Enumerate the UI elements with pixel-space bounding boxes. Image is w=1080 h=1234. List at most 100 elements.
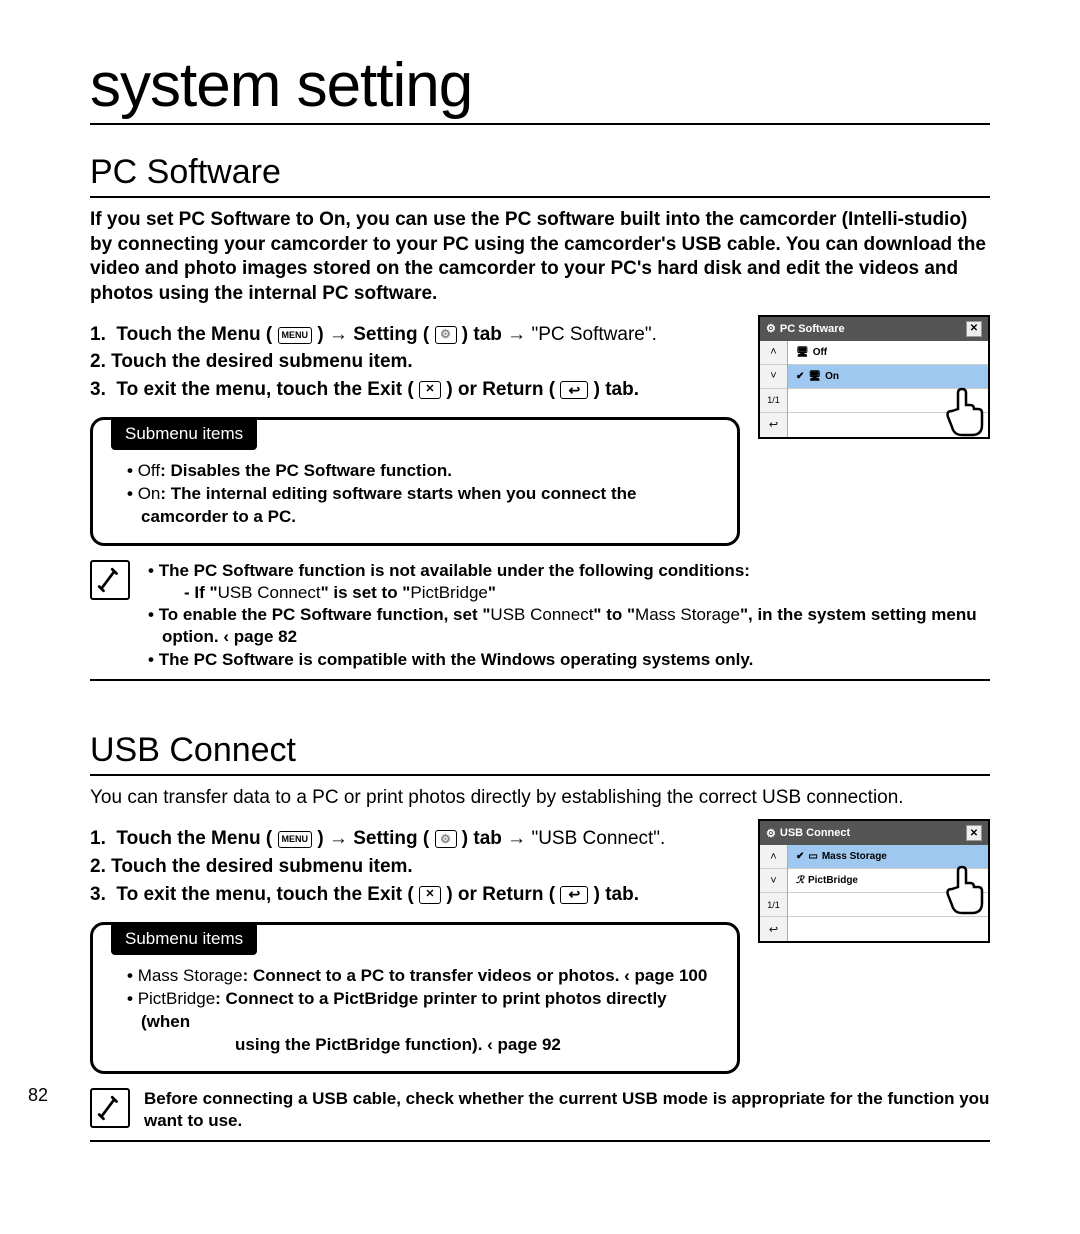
- usb-connect-intro: You can transfer data to a PC or print p…: [90, 786, 990, 810]
- text: PictBridge: [410, 583, 487, 602]
- text: On: [138, 484, 161, 503]
- text: " to ": [593, 605, 635, 624]
- text: ) tab.: [594, 884, 639, 905]
- menu-icon: MENU: [278, 831, 313, 848]
- step-1: 1. Touch the Menu ( MENU ) → Setting ( )…: [90, 825, 740, 853]
- submenu-item-pictbridge: PictBridge: Connect to a PictBridge prin…: [111, 988, 719, 1057]
- screen-pager: ˄ ˅ 1/1 ↩: [760, 845, 788, 941]
- step-3: 3. To exit the menu, touch the Exit ( ) …: [90, 376, 740, 404]
- text: Touch the desired submenu item.: [111, 351, 413, 372]
- pc-software-steps: 1. Touch the Menu ( MENU ) → Setting ( )…: [90, 321, 740, 404]
- note-pc-software: The PC Software function is not availabl…: [90, 560, 990, 680]
- return-icon[interactable]: ↩: [760, 917, 787, 941]
- note-usb-connect: Before connecting a USB cable, check whe…: [90, 1088, 990, 1142]
- note-icon: [90, 560, 130, 600]
- note-subline: If "USB Connect" is set to "PictBridge": [162, 582, 990, 604]
- text: : Connect to a PC to transfer videos or …: [243, 966, 708, 985]
- text: : Connect to a PictBridge printer to pri…: [141, 989, 667, 1031]
- text: "PC Software".: [531, 324, 656, 345]
- down-arrow-icon[interactable]: ˅: [760, 365, 787, 389]
- screen-illustration-pc-software: ⚙ PC Software ✕ ˄ ˅ 1/1 ↩ 🖥 Off ✔ 🖥 On: [758, 315, 990, 439]
- return-icon: [560, 886, 588, 904]
- disk-icon: ▭: [808, 851, 817, 862]
- text: Touch the Menu (: [116, 324, 272, 345]
- text: ) tab →: [462, 324, 532, 345]
- screen-title: USB Connect: [780, 827, 850, 839]
- screen-illustration-usb-connect: ⚙ USB Connect ✕ ˄ ˅ 1/1 ↩ ✔ ▭ Mass Stora…: [758, 819, 990, 943]
- text: The PC Software function is not availabl…: [159, 561, 750, 580]
- note-line: To enable the PC Software function, set …: [144, 604, 990, 648]
- text: ) or Return (: [446, 379, 555, 400]
- screen-header: ⚙ PC Software ✕: [760, 317, 988, 341]
- text: ) → Setting (: [317, 324, 429, 345]
- text: To enable the PC Software function, set …: [159, 605, 491, 624]
- close-icon: [419, 381, 441, 399]
- submenu-label: Submenu items: [111, 923, 257, 955]
- step-1: 1. Touch the Menu ( MENU ) → Setting ( )…: [90, 321, 740, 349]
- touch-hand-icon: [936, 859, 996, 919]
- submenu-item-off: Off: Disables the PC Software function.: [111, 460, 719, 483]
- submenu-box-usb-connect: Submenu items Mass Storage: Connect to a…: [90, 922, 740, 1074]
- text: Mass Storage: [635, 605, 740, 624]
- close-icon[interactable]: ✕: [966, 321, 982, 337]
- note-line: The PC Software function is not availabl…: [144, 560, 990, 604]
- section-heading-pc-software: PC Software: [90, 153, 990, 198]
- submenu-item-mass-storage: Mass Storage: Connect to a PC to transfe…: [111, 965, 719, 988]
- step-2: 2. Touch the desired submenu item.: [90, 348, 740, 376]
- screen-title: PC Software: [780, 323, 845, 335]
- text: ) → Setting (: [317, 828, 429, 849]
- text: Off: [138, 461, 160, 480]
- text: ) tab.: [594, 379, 639, 400]
- up-arrow-icon[interactable]: ˄: [760, 845, 787, 869]
- page-indicator: 1/1: [760, 893, 787, 917]
- up-arrow-icon[interactable]: ˄: [760, 341, 787, 365]
- page-title: system setting: [90, 50, 990, 125]
- text: USB Connect: [218, 583, 321, 602]
- pc-software-intro: If you set PC Software to On, you can us…: [90, 208, 990, 307]
- text: : The internal editing software starts w…: [141, 484, 636, 526]
- pictbridge-icon: ℛ: [796, 875, 804, 886]
- screen-header: ⚙ USB Connect ✕: [760, 821, 988, 845]
- screen-item-blank: [788, 917, 988, 941]
- gear-icon: ⚙: [766, 827, 776, 840]
- section-heading-usb-connect: USB Connect: [90, 731, 990, 776]
- down-arrow-icon[interactable]: ˅: [760, 869, 787, 893]
- step-2: 2. Touch the desired submenu item.: [90, 853, 740, 881]
- return-icon[interactable]: ↩: [760, 413, 787, 437]
- monitor-icon: 🖥: [808, 371, 821, 382]
- text: ": [488, 583, 496, 602]
- label: PictBridge: [808, 875, 858, 886]
- touch-hand-icon: [936, 381, 996, 441]
- text: To exit the menu, touch the Exit (: [116, 379, 413, 400]
- close-icon[interactable]: ✕: [966, 825, 982, 841]
- label: Mass Storage: [822, 851, 887, 862]
- label: Off: [813, 347, 827, 358]
- gear-icon: ⚙: [766, 322, 776, 335]
- label: On: [825, 371, 839, 382]
- screen-item-off[interactable]: 🖥 Off: [788, 341, 988, 365]
- text: To exit the menu, touch the Exit (: [116, 884, 413, 905]
- check-icon: ✔: [796, 851, 804, 862]
- screen-pager: ˄ ˅ 1/1 ↩: [760, 341, 788, 437]
- text: ) tab →: [462, 828, 532, 849]
- submenu-item-on: On: The internal editing software starts…: [111, 483, 719, 529]
- text: Mass Storage: [138, 966, 243, 985]
- note-icon: [90, 1088, 130, 1128]
- text: USB Connect: [490, 605, 593, 624]
- gear-icon: [435, 830, 457, 848]
- gear-icon: [435, 326, 457, 344]
- text: The PC Software is compatible with the W…: [159, 650, 754, 669]
- text: "USB Connect".: [531, 828, 665, 849]
- text: If ": [194, 583, 217, 602]
- check-icon: ✔: [796, 371, 804, 382]
- submenu-label: Submenu items: [111, 418, 257, 450]
- menu-icon: MENU: [278, 327, 313, 344]
- text: : Disables the PC Software function.: [160, 461, 452, 480]
- note-line: The PC Software is compatible with the W…: [144, 649, 990, 671]
- usb-connect-steps: 1. Touch the Menu ( MENU ) → Setting ( )…: [90, 825, 740, 908]
- page-number: 82: [28, 1085, 48, 1106]
- text: Touch the Menu (: [116, 828, 272, 849]
- text: Touch the desired submenu item.: [111, 856, 413, 877]
- return-icon: [560, 381, 588, 399]
- submenu-box-pc-software: Submenu items Off: Disables the PC Softw…: [90, 417, 740, 546]
